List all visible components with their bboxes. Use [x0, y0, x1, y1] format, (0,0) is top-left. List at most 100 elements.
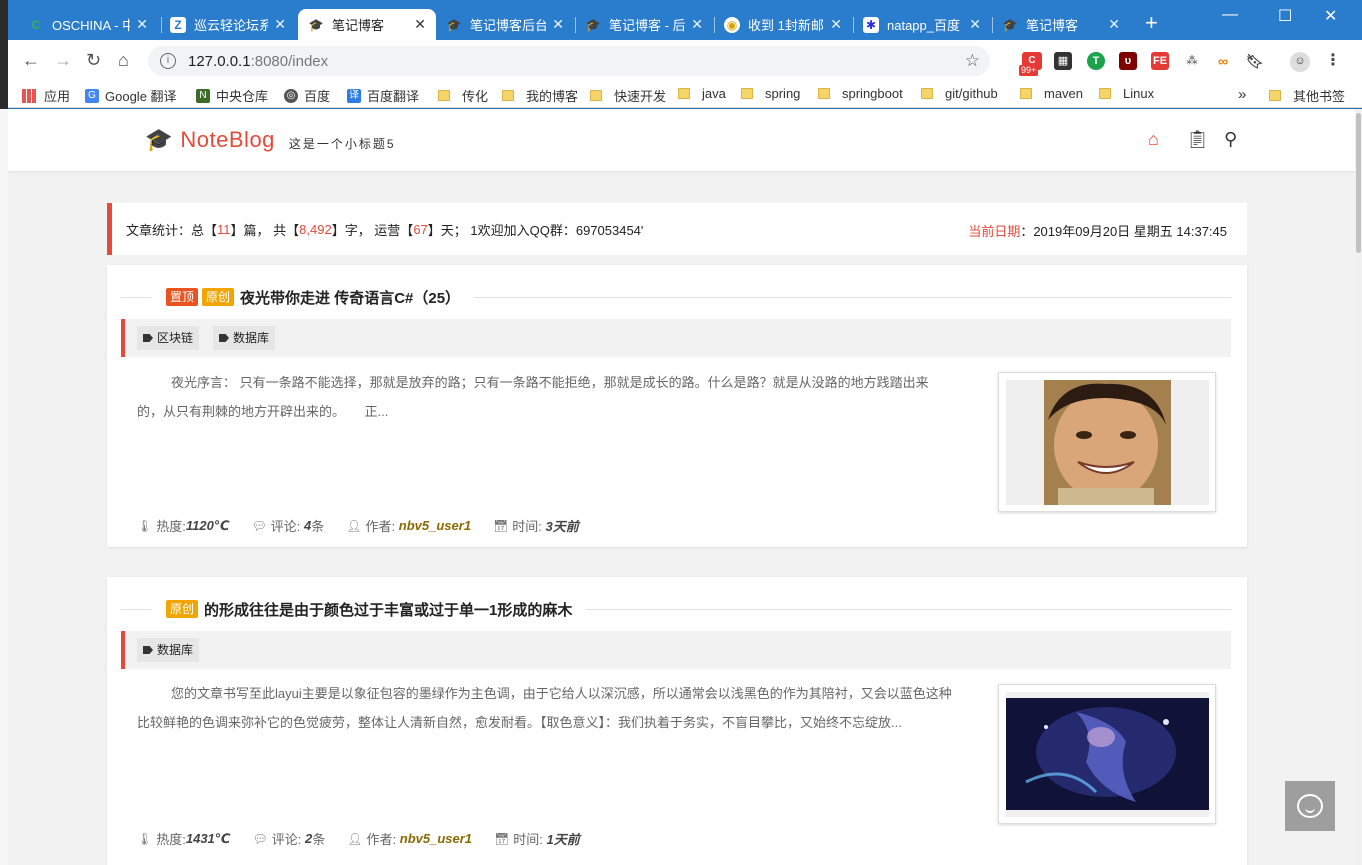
close-tab-icon[interactable]: ✕ — [1108, 16, 1120, 33]
close-tab-icon[interactable]: ✕ — [414, 16, 426, 33]
apps-grid-icon — [22, 88, 36, 103]
close-tab-icon[interactable]: ✕ — [691, 16, 703, 33]
post-card: 置顶 原创 夜光带你走进 传奇语言C#（25） 区块链 数据库 夜光序言： 只有… — [107, 265, 1247, 547]
site-logo[interactable]: 🎓 NoteBlog 这是一个小标题5 — [145, 127, 396, 153]
bookmark-star-icon[interactable]: ☆ — [965, 51, 980, 71]
tab-1[interactable]: Z 巡云轻论坛系 ✕ — [160, 9, 296, 40]
info-icon[interactable]: i — [160, 53, 176, 69]
chat-bubble-icon — [1297, 794, 1323, 818]
tab-7[interactable]: 🎓 笔记博客 ✕ — [992, 9, 1130, 40]
tab-3[interactable]: 🎓 笔记博客后台 ✕ — [436, 9, 574, 40]
other-bookmarks[interactable]: 其他书签 — [1269, 86, 1345, 105]
tab-5[interactable]: ◉ 收到 1封新邮 ✕ — [714, 9, 852, 40]
bookmark-extension-icon[interactable]: 🔖︎ — [1246, 52, 1264, 70]
folder-icon — [438, 90, 450, 101]
bookmarks-bar: 应用 G Google 翻译 N 中央仓库 ◎ 百度 译 百度翻译 传化 我的博… — [8, 80, 1362, 108]
bookmark-folder[interactable]: 我的博客 — [502, 86, 578, 105]
child-photo — [1006, 380, 1209, 505]
bookmark-baidu-translate[interactable]: 译 百度翻译 — [347, 86, 419, 105]
tag[interactable]: 数据库 — [213, 326, 276, 350]
clipboard-icon[interactable]: 📋︎ — [1186, 129, 1209, 150]
bookmark-folder[interactable]: spring — [741, 86, 800, 101]
chat-button[interactable] — [1285, 781, 1335, 831]
bookmark-folder[interactable]: 传化 — [438, 86, 488, 105]
post-thumbnail[interactable] — [998, 684, 1216, 824]
page-scrollbar[interactable] — [1355, 109, 1362, 865]
folder-icon — [818, 88, 830, 99]
bookmark-google-translate[interactable]: G Google 翻译 — [85, 86, 177, 105]
tree-extension-icon[interactable]: ⁂ — [1183, 52, 1201, 70]
tab-title: 巡云轻论坛系 — [194, 18, 269, 33]
bookmark-folder[interactable]: git/github — [921, 86, 998, 101]
post-meta: 🌡︎ 热度: 1431℃ 💬︎ 评论: 2条 👤︎ 作者: nbv5_user1 📅︎ 时… — [137, 830, 580, 848]
folder-icon — [1020, 88, 1032, 99]
forward-icon[interactable]: → — [54, 50, 72, 70]
bookmark-folder[interactable]: Linux — [1099, 86, 1154, 101]
calendar-icon: 📅︎ — [493, 518, 509, 533]
tag-list: 数据库 — [121, 631, 1231, 669]
article-count: 11 — [217, 221, 231, 237]
close-tab-icon[interactable]: ✕ — [274, 16, 286, 33]
bookmark-folder[interactable]: java — [678, 86, 726, 101]
tab-title: 笔记博客 — [332, 18, 385, 33]
post-title[interactable]: 夜光带你走进 传奇语言C#（25） — [240, 287, 460, 308]
minimize-icon[interactable]: — — [1222, 6, 1238, 24]
tab-0[interactable]: C OSCHINA - 中 ✕ — [18, 9, 158, 40]
forum-icon: Z — [170, 16, 186, 33]
tag[interactable]: 数据库 — [137, 638, 200, 662]
address-bar[interactable]: i 127.0.0.1:8080/index ☆ — [148, 46, 990, 76]
pinned-badge: 置顶 — [166, 288, 199, 306]
browser-window: C OSCHINA - 中 ✕ Z 巡云轻论坛系 ✕ 🎓 笔记博客 ✕ 🎓 笔记… — [8, 0, 1362, 865]
heat-value: 1120℃ — [185, 517, 230, 533]
infinity-extension-icon[interactable]: ∞ — [1214, 52, 1232, 70]
close-tab-icon[interactable]: ✕ — [830, 16, 842, 33]
bookmark-baidu[interactable]: ◎ 百度 — [284, 86, 330, 105]
home-icon[interactable]: ⌂ — [1148, 129, 1159, 150]
maximize-icon[interactable]: ☐ — [1278, 6, 1292, 26]
bookmark-folder[interactable]: maven — [1020, 86, 1083, 101]
calendar-icon: 📅︎ — [494, 831, 510, 846]
tab-4[interactable]: 🎓 笔记博客 - 后 ✕ — [575, 9, 713, 40]
mortarboard-icon: 🎓 — [446, 17, 462, 32]
bookmark-folder[interactable]: springboot — [818, 86, 903, 101]
bookmark-folder[interactable]: 快速开发 — [590, 86, 666, 105]
ublock-extension-icon[interactable]: ᴜ — [1119, 52, 1137, 70]
close-tab-icon[interactable]: ✕ — [969, 16, 981, 33]
bookmark-apps[interactable]: 应用 — [22, 86, 70, 105]
close-window-icon[interactable]: ✕ — [1324, 6, 1337, 26]
profile-avatar[interactable]: ☺ — [1290, 52, 1310, 72]
folder-icon — [1099, 88, 1111, 99]
fe-extension-icon[interactable]: FE — [1151, 52, 1169, 70]
current-date: 当前日期：2019年09月20日 星期五 14:37:45 — [968, 224, 1227, 239]
home-icon[interactable]: ⌂ — [118, 50, 129, 70]
comment-icon: 💬︎ — [251, 518, 267, 533]
menu-icon[interactable]: ⋮ — [1324, 52, 1342, 70]
author-link[interactable]: nbv5_user1 — [400, 831, 472, 846]
translate-extension-icon[interactable]: T — [1087, 52, 1105, 70]
thermometer-icon: 🌡︎ — [137, 831, 153, 846]
reload-icon[interactable]: ↻ — [86, 50, 101, 70]
post-title[interactable]: 的形成往往是由于颜色过于丰富或过于单一1形成的麻木 — [204, 599, 572, 620]
post-excerpt: 您的文章书写至此layui主要是以象征包容的墨绿作为主色调，由于它给人以深沉感，… — [137, 686, 952, 730]
mail-icon: ◉ — [724, 16, 740, 33]
site-brand: NoteBlog — [180, 127, 275, 152]
post-thumbnail[interactable] — [998, 372, 1216, 512]
post-excerpt: 夜光序言： 只有一条路不能选择，那就是放弃的路；只有一条路不能拒绝，那就是成长的… — [137, 375, 929, 419]
close-tab-icon[interactable]: ✕ — [136, 16, 148, 33]
author-link[interactable]: nbv5_user1 — [399, 518, 471, 533]
tab-active[interactable]: 🎓 笔记博客 ✕ — [298, 9, 436, 40]
close-tab-icon[interactable]: ✕ — [552, 16, 564, 33]
folder-icon — [590, 90, 602, 101]
background-window-strip — [0, 0, 8, 865]
tab-6[interactable]: ✱ natapp_百度 ✕ — [853, 9, 991, 40]
qrcode-extension-icon[interactable]: ▦ — [1054, 52, 1072, 70]
tab-title: 笔记博客 — [1026, 18, 1079, 33]
bookmark-central-repo[interactable]: N 中央仓库 — [196, 86, 268, 105]
tag[interactable]: 区块链 — [137, 326, 200, 350]
back-icon[interactable]: ← — [22, 50, 40, 70]
folder-icon — [678, 88, 690, 99]
search-icon[interactable]: ⚲ — [1224, 129, 1237, 150]
url-text[interactable]: 127.0.0.1:8080/index — [188, 53, 328, 70]
more-bookmarks-chevron[interactable]: » — [1238, 86, 1246, 103]
new-tab-button[interactable]: + — [1145, 12, 1158, 34]
